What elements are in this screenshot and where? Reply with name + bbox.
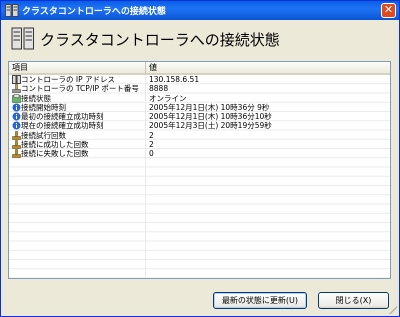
item-label: 接続に失敗した回数 (21, 149, 89, 158)
list-item[interactable]: コントローラの TCP/IP ポート番号 8888 (9, 84, 390, 93)
item-value: 2005年12月3日(土) 20時19分59秒 (149, 121, 272, 131)
list-item[interactable]: 現在の接続確立成功時刻 2005年12月3日(土) 20時19分59秒 (9, 121, 390, 130)
item-label: コントローラの TCP/IP ポート番号 (21, 84, 139, 94)
title-bar[interactable]: クラスタコントローラへの接続状態 ✕ (1, 1, 399, 20)
list-item[interactable]: 接続状態 オンライン (9, 94, 390, 103)
item-value: 2005年12月1日(木) 10時36分 9秒 (149, 102, 270, 112)
close-icon[interactable]: ✕ (381, 3, 396, 18)
column-header-value[interactable]: 値 (146, 62, 390, 74)
list-item[interactable]: コントローラの IP アドレス 130.158.6.51 (9, 75, 390, 84)
resize-grip[interactable] (387, 304, 397, 314)
refresh-button[interactable]: 最新の状態に更新(U) (213, 292, 307, 309)
item-label: 接続開始時刻 (21, 102, 66, 112)
info-icon (12, 103, 21, 112)
item-label: 最初の接続確立成功時刻 (21, 112, 104, 121)
page-title: クラスタコントローラへの接続状態 (40, 31, 280, 49)
item-value: 2 (149, 130, 154, 140)
dialog-window: クラスタコントローラへの接続状態 ✕ クラスタコントローラへの接続状態 項目 値… (0, 0, 400, 317)
list-body: コントローラの IP アドレス 130.158.6.51 コントローラの TCP… (9, 75, 390, 278)
list-item[interactable]: 最初の接続確立成功時刻 2005年12月1日(木) 10時36分10秒 (9, 112, 390, 121)
server-rack-icon (11, 27, 34, 50)
connection-status-icon (12, 93, 21, 103)
list-item[interactable]: 接続試行回数 2 (9, 131, 390, 140)
item-value: オンライン (149, 93, 187, 103)
network-port-icon (12, 84, 21, 94)
item-value: 0 (149, 149, 154, 158)
list-item[interactable]: 接続に成功した回数 2 (9, 140, 390, 149)
item-value: 8888 (149, 84, 169, 94)
close-button[interactable]: 閉じる(X) (318, 292, 389, 309)
item-label: 接続試行回数 (21, 130, 66, 140)
item-label: 接続状態 (21, 93, 51, 103)
item-value: 2 (149, 139, 154, 149)
column-header-item[interactable]: 項目 (9, 62, 146, 74)
window-title: クラスタコントローラへの接続状態 (22, 7, 166, 17)
status-list[interactable]: 項目 値 コントローラの IP アドレス 130.158.6.51 コントローラ… (8, 61, 391, 279)
info-icon (12, 121, 21, 130)
list-item[interactable]: 接続開始時刻 2005年12月1日(木) 10時36分 9秒 (9, 103, 390, 112)
list-item[interactable]: 接続に失敗した回数 0 (9, 149, 390, 158)
list-header: 項目 値 (9, 62, 390, 75)
item-label: コントローラの IP アドレス (21, 75, 116, 84)
server-icon (12, 75, 21, 84)
item-label: 接続に成功した回数 (21, 139, 89, 149)
item-label: 現在の接続確立成功時刻 (21, 121, 104, 131)
counter-icon (12, 130, 21, 140)
item-value: 130.158.6.51 (149, 75, 200, 84)
info-icon (12, 112, 21, 121)
server-rack-icon (5, 4, 19, 17)
item-value: 2005年12月1日(木) 10時36分10秒 (149, 112, 272, 121)
counter-icon (12, 149, 21, 158)
counter-icon (12, 139, 21, 149)
